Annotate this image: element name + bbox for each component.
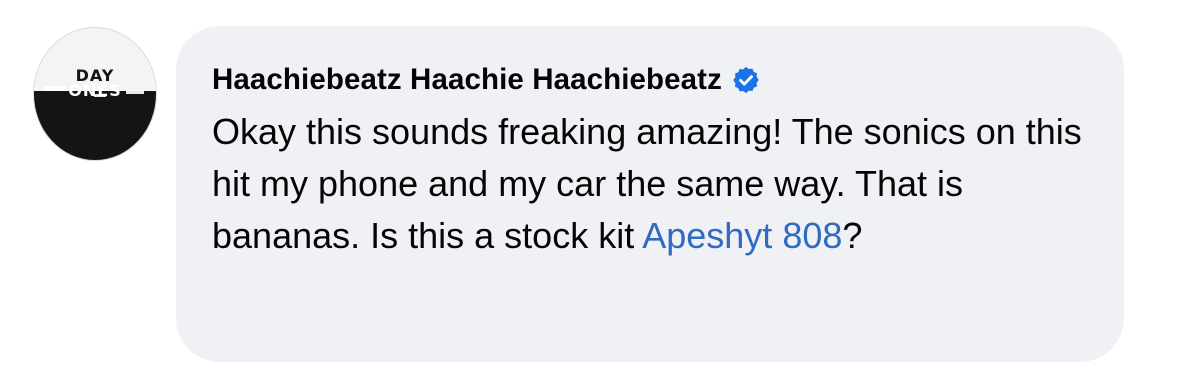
- verified-badge-icon: [731, 65, 761, 95]
- tagged-user-link[interactable]: Apeshyt 808: [642, 215, 842, 256]
- avatar-logo-line2: ONES: [68, 81, 122, 100]
- comment-text: Okay this sounds freaking amazing! The s…: [212, 106, 1092, 262]
- comment-text-after: ?: [842, 215, 863, 256]
- comment: DAY ONES Haachiebeatz Haachie Haachiebea…: [0, 0, 1179, 376]
- author-row: Haachiebeatz Haachie Haachiebeatz: [212, 60, 1094, 100]
- avatar[interactable]: DAY ONES: [33, 27, 157, 161]
- avatar-band: [34, 91, 156, 160]
- avatar-logo: DAY ONES: [34, 68, 156, 100]
- author-name[interactable]: Haachiebeatz Haachie Haachiebeatz: [212, 63, 722, 97]
- comment-bubble: Haachiebeatz Haachie Haachiebeatz Okay t…: [176, 26, 1124, 362]
